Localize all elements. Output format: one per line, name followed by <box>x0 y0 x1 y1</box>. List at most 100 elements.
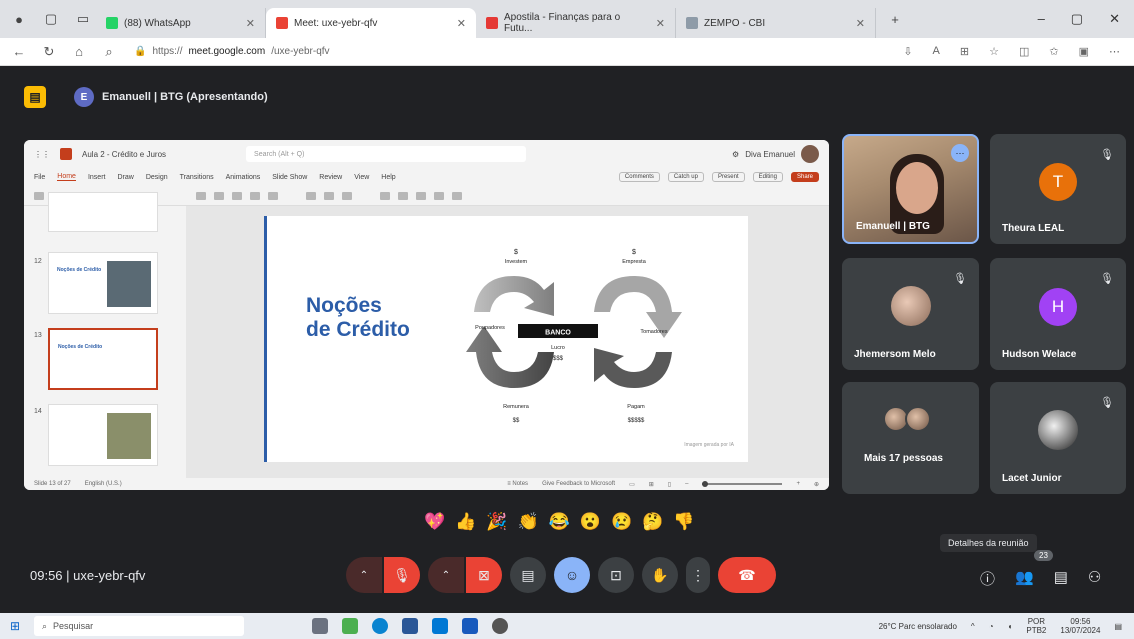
new-tab-icon[interactable]: + <box>882 6 908 32</box>
slide-thumbnail[interactable]: Noções de Crédito <box>48 252 158 314</box>
close-tab-icon[interactable]: ✕ <box>457 17 466 30</box>
url-field[interactable]: 🔒 https://meet.google.com/uxe-yebr-qfv <box>134 46 330 57</box>
raise-hand-button[interactable]: ✋ <box>642 557 678 593</box>
close-tab-icon[interactable]: ✕ <box>656 17 665 30</box>
underline-icon[interactable] <box>250 191 260 200</box>
present-button[interactable]: Present <box>711 172 745 182</box>
normal-view-icon[interactable]: ▭ <box>629 481 635 488</box>
mail-icon[interactable] <box>432 618 448 634</box>
more-participants-tile[interactable]: Mais 17 pessoas <box>842 382 979 494</box>
fill-icon[interactable] <box>434 191 444 200</box>
reaction-thumbs-up[interactable]: 👍 <box>455 512 476 532</box>
reading-view-icon[interactable]: ▯ <box>668 481 671 488</box>
sorter-view-icon[interactable]: ⊞ <box>649 481 654 488</box>
arrange-icon[interactable] <box>398 191 408 200</box>
fit-slide-icon[interactable]: ⊕ <box>814 481 819 488</box>
presenter-badge[interactable]: E Emanuell | BTG (Apresentando) <box>74 84 268 110</box>
notifications-icon[interactable]: ▤ <box>1114 622 1122 631</box>
collections-icon[interactable]: ▣ <box>1079 45 1089 58</box>
reaction-surprised[interactable]: 😮 <box>580 512 601 532</box>
align-icon[interactable] <box>342 191 352 200</box>
edge-icon[interactable] <box>372 618 388 634</box>
reaction-sad[interactable]: 😢 <box>611 512 632 532</box>
font-color-icon[interactable] <box>268 191 278 200</box>
close-window-icon[interactable]: ✕ <box>1109 11 1120 27</box>
reaction-party[interactable]: 🎉 <box>486 512 507 532</box>
split-screen-icon[interactable]: ◫ <box>1019 45 1029 58</box>
windows-start-icon[interactable]: ⊞ <box>0 619 30 633</box>
more-icon[interactable]: ⋯ <box>1109 45 1120 58</box>
weather-widget[interactable]: 26°C Parc ensolarado <box>879 622 957 631</box>
reaction-clap[interactable]: 👏 <box>518 512 539 532</box>
mic-options-chevron-icon[interactable]: ⌃ <box>346 557 382 593</box>
editing-button[interactable]: Editing <box>752 172 783 182</box>
camera-off-button[interactable]: ⊠ <box>466 557 502 593</box>
zoom-out-icon[interactable]: – <box>685 481 688 487</box>
close-tab-icon[interactable]: ✕ <box>246 17 255 30</box>
tab-zempo[interactable]: ZEMPO - CBI ✕ <box>676 8 876 38</box>
favorites-icon[interactable]: ✩ <box>1049 45 1058 58</box>
leave-call-button[interactable]: ☎ <box>718 557 776 593</box>
comments-button[interactable]: Comments <box>618 172 660 182</box>
catch-up-button[interactable]: Catch up <box>667 172 704 182</box>
read-aloud-icon[interactable]: A <box>933 45 940 58</box>
present-screen-button[interactable]: ⊡ <box>598 557 634 593</box>
zoom-slider[interactable] <box>702 481 783 487</box>
emoji-button[interactable]: ☺ <box>554 557 590 593</box>
activities-icon[interactable]: ⚇ <box>1088 568 1101 589</box>
profile-icon[interactable]: ● <box>6 6 32 32</box>
bullets-icon[interactable] <box>306 191 316 200</box>
reload-icon[interactable]: ↻ <box>38 44 60 60</box>
ppt-search-box[interactable]: Search (Alt + Q) <box>246 146 527 162</box>
word-icon[interactable] <box>462 618 478 634</box>
captions-button[interactable]: ▤ <box>510 557 546 593</box>
font-icon[interactable] <box>196 191 206 200</box>
slide-thumbnail[interactable] <box>48 192 158 232</box>
italic-icon[interactable] <box>232 191 242 200</box>
chat-icon[interactable]: ▤ <box>1054 568 1068 589</box>
download-icon[interactable]: ⇩ <box>903 45 912 58</box>
participant-tile-video[interactable]: ⋯ Emanuell | BTG <box>842 134 979 244</box>
notes-button[interactable]: ≡ Notes <box>507 481 528 487</box>
app-icon[interactable] <box>402 618 418 634</box>
participant-tile[interactable]: 🎙 Jhemersom Melo <box>842 258 979 370</box>
user-avatar[interactable] <box>801 145 819 163</box>
app-icon[interactable] <box>342 618 358 634</box>
network-icon[interactable]: ◔ <box>989 622 994 631</box>
current-slide[interactable]: Noções de Crédito BANCO $ Investem $ Emp… <box>264 216 748 462</box>
more-options-icon[interactable]: ⋯ <box>951 144 969 162</box>
bold-icon[interactable] <box>214 191 224 200</box>
restore-icon[interactable]: ▢ <box>1071 11 1083 27</box>
tray-chevron-icon[interactable]: ^ <box>971 622 975 631</box>
home-icon[interactable]: ⌂ <box>68 44 90 59</box>
slide-thumbnail-selected[interactable]: Noções de Crédito <box>48 328 158 390</box>
reaction-thinking[interactable]: 🤔 <box>642 512 663 532</box>
volume-icon[interactable]: ◖ <box>1008 622 1013 631</box>
participant-tile[interactable]: 🎙 Lacet Junior <box>990 382 1126 494</box>
tab-actions-icon[interactable]: ▭ <box>70 6 96 32</box>
favorite-icon[interactable]: ☆ <box>989 45 999 58</box>
info-icon[interactable]: ⓘ <box>980 568 995 589</box>
task-view-icon[interactable] <box>312 618 328 634</box>
participant-tile[interactable]: 🎙 T Theura LEAL <box>990 134 1126 244</box>
minimize-icon[interactable]: – <box>1038 11 1045 27</box>
camera-options-chevron-icon[interactable]: ⌃ <box>428 557 464 593</box>
mic-off-button[interactable]: 🎙 <box>384 557 420 593</box>
close-tab-icon[interactable]: ✕ <box>856 17 865 30</box>
back-icon[interactable]: ← <box>8 44 30 59</box>
more-options-button[interactable]: ⋮ <box>686 557 710 593</box>
slide-thumbnail[interactable] <box>48 404 158 466</box>
shapes-icon[interactable] <box>380 191 390 200</box>
app-grid-icon[interactable]: ⋮⋮ <box>34 150 50 159</box>
people-icon[interactable]: 👥 <box>1015 568 1034 589</box>
undo-icon[interactable] <box>34 191 44 200</box>
reaction-laugh[interactable]: 😂 <box>549 512 570 532</box>
reaction-thumbs-down[interactable]: 👎 <box>673 512 694 532</box>
reaction-heart[interactable]: 💖 <box>424 512 445 532</box>
zoom-in-icon[interactable]: + <box>796 481 800 487</box>
designer-icon[interactable] <box>452 191 462 200</box>
extensions-icon[interactable]: ⊞ <box>960 45 969 58</box>
tab-meet[interactable]: Meet: uxe-yebr-qfv ✕ <box>266 8 476 38</box>
share-button[interactable]: Share <box>790 172 819 182</box>
find-icon[interactable] <box>416 191 426 200</box>
